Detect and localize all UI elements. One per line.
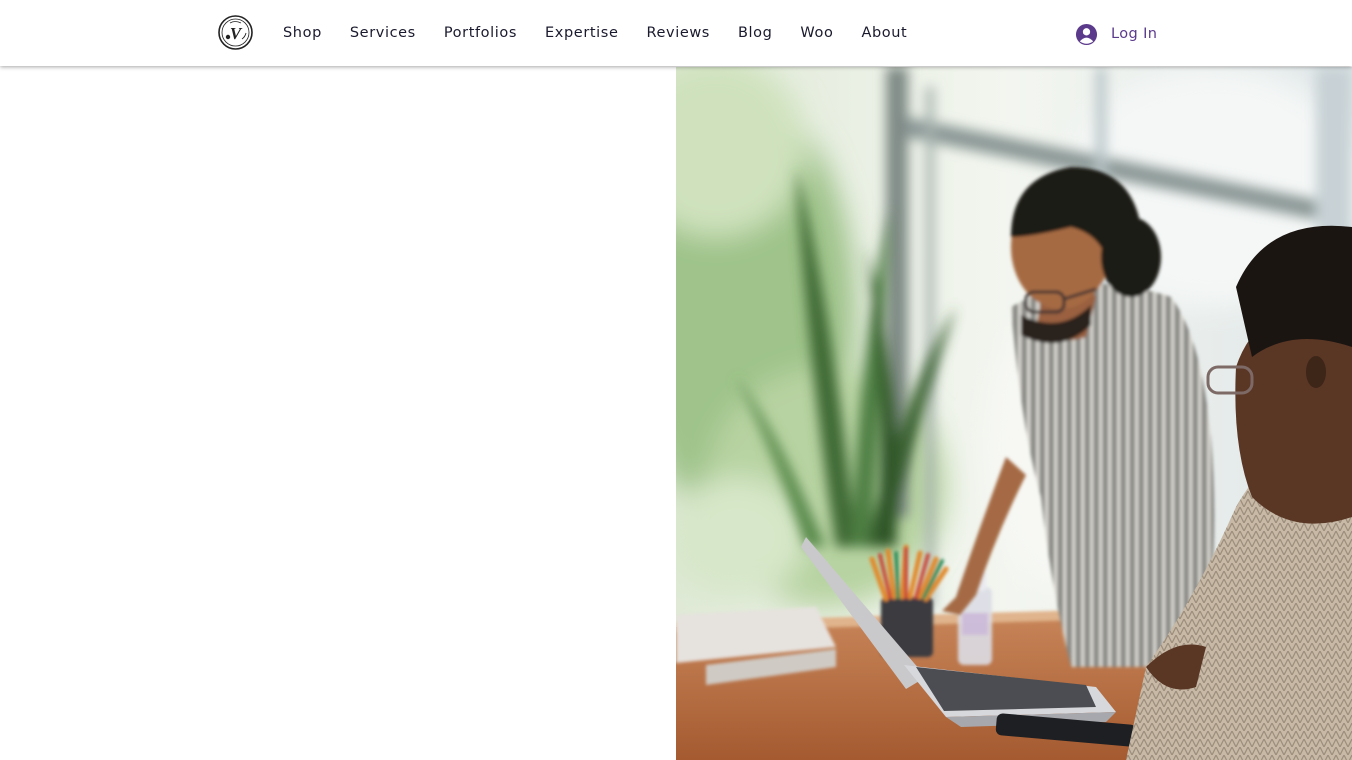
monogram-logo-icon[interactable]: V (218, 15, 253, 50)
svg-text:V: V (230, 24, 243, 43)
nav-item-woo[interactable]: Woo (786, 25, 847, 41)
nav-item-portfolios[interactable]: Portfolios (430, 25, 531, 41)
login-label: Log In (1111, 26, 1158, 42)
nav-item-expertise[interactable]: Expertise (531, 25, 632, 41)
user-avatar-icon (1075, 23, 1098, 46)
login-button[interactable]: Log In (1075, 22, 1157, 46)
hero-photo (676, 67, 1352, 760)
nav-item-services[interactable]: Services (336, 25, 430, 41)
nav-item-reviews[interactable]: Reviews (632, 25, 724, 41)
hero-photo-illustration (676, 67, 1352, 760)
content-panel (0, 67, 676, 760)
site-header: V Shop Services Portfolios Expertise Rev… (0, 0, 1352, 66)
nav-item-blog[interactable]: Blog (724, 25, 786, 41)
main-navigation: Shop Services Portfolios Expertise Revie… (269, 0, 921, 66)
nav-item-shop[interactable]: Shop (269, 25, 336, 41)
nav-item-about[interactable]: About (847, 25, 921, 41)
